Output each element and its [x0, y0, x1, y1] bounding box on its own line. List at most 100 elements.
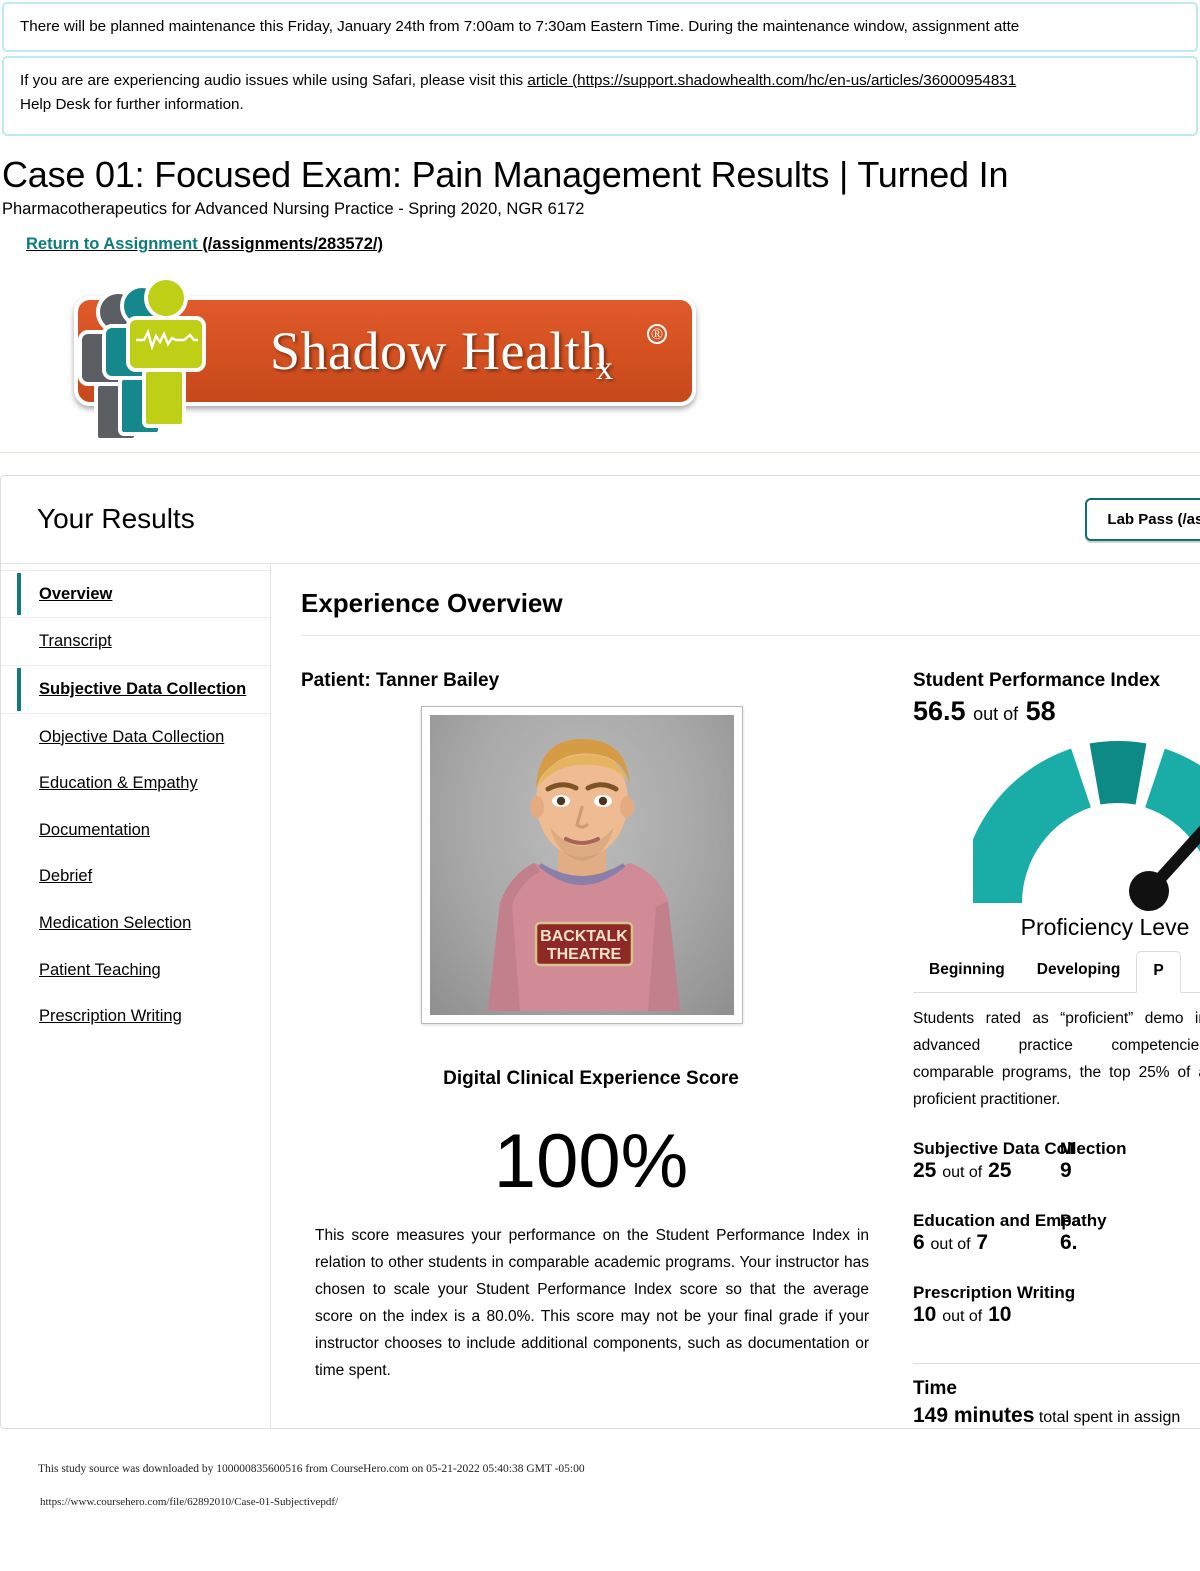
lab-pass-button[interactable]: Lab Pass (/assignment_atte — [1085, 497, 1200, 541]
logo-wordmark: Shadow Healthx — [270, 320, 625, 387]
sidebar-item-subjective-data-collection[interactable]: Subjective Data Collection — [1, 664, 270, 714]
sidebar-item-label: Subjective Data Collection — [39, 679, 247, 698]
score-subjective-data-collection: Subjective Data Collection 25 out of 25 — [913, 1139, 1127, 1183]
dce-score-label: Digital Clinical Experience Score — [443, 1067, 739, 1089]
tab-developing[interactable]: Developing — [1021, 951, 1137, 992]
score-number: 6 — [913, 1231, 925, 1255]
spi-max: 58 — [1025, 695, 1056, 726]
patient-name-label: Patient: Tanner Bailey — [301, 669, 500, 691]
patient-column: Patient: Tanner Bailey BACKTALK THEATRE … — [301, 670, 881, 1429]
performance-column: Student Performance Index 56.5 out of 58… — [881, 670, 1200, 1429]
score-max: 25 — [988, 1159, 1012, 1183]
avatar-illustration-icon: BACKTALK THEATRE — [488, 738, 680, 1011]
spi-out-of-word: out of — [973, 703, 1019, 724]
sidebar-item-education-and-empathy[interactable]: Education & Empathy — [1, 760, 270, 807]
experience-overview-title: Experience Overview — [301, 587, 563, 618]
logo-rx-subscript: x — [595, 349, 614, 387]
gauge-arc-icon — [960, 740, 1200, 911]
sidebar-item-prescription-writing[interactable]: Prescription Writing — [1, 993, 270, 1040]
results-heading: Your Results — [37, 503, 195, 535]
time-divider — [913, 1363, 1200, 1365]
sidebar-item-debrief[interactable]: Debrief — [1, 853, 270, 900]
return-link-url: (/assignments/283572/) — [202, 234, 383, 253]
score-value: 6. — [1060, 1231, 1078, 1255]
proficiency-gauge — [960, 733, 1200, 918]
maintenance-banner: There will be planned maintenance this F… — [2, 2, 1198, 52]
shadow-health-logo: Shadow Healthx ® — [0, 254, 1200, 444]
experience-overview-main: Experience Overview Patient: Tanner Bail… — [271, 564, 1200, 1429]
score-out-of: out of — [942, 1164, 983, 1182]
time-value: 149 minutes total spent in assign — [913, 1404, 1200, 1428]
return-to-assignment-link[interactable]: Return to Assignment (/assignments/28357… — [26, 235, 1200, 254]
score-out-of: out of — [942, 1308, 983, 1326]
sidebar-item-label: Patient Teaching — [39, 960, 161, 979]
sidebar-item-label: Debrief — [39, 867, 93, 886]
sidebar-item-label: Medication Selection — [39, 914, 192, 933]
page-title: Case 01: Focused Exam: Pain Management R… — [2, 153, 1009, 195]
score-patient-teaching: Pa 6. — [1060, 1211, 1200, 1255]
spi-title: Student Performance Index — [913, 669, 1161, 691]
score-name: M — [1060, 1139, 1075, 1159]
score-education-and-empathy: Education and Empathy 6 out of 7 — [913, 1211, 1107, 1255]
sidebar-item-overview[interactable]: Overview — [1, 569, 270, 619]
score-number: 25 — [913, 1159, 937, 1183]
results-panel-header: Your Results Lab Pass (/assignment_atte — [1, 476, 1200, 564]
results-sidebar: Overview Transcript Subjective Data Coll… — [1, 563, 271, 1429]
results-panel: Your Results Lab Pass (/assignment_atte … — [0, 474, 1200, 1430]
score-medication-selection: M 9 — [1060, 1139, 1200, 1183]
score-name: Pa — [1060, 1211, 1081, 1231]
proficiency-tabs: Beginning Developing P — [913, 950, 1200, 993]
sidebar-item-transcript[interactable]: Transcript — [1, 618, 270, 665]
svg-text:THEATRE: THEATRE — [547, 946, 622, 963]
score-value: 9 — [1060, 1159, 1072, 1183]
title-divider — [301, 634, 1200, 636]
sidebar-item-label: Overview — [39, 584, 113, 603]
proficiency-description: Students rated as “proficient” demo in a… — [913, 1009, 1200, 1109]
audio-banner: If you are are experiencing audio issues… — [2, 55, 1198, 136]
coursehero-watermark-line1: This study source was downloaded by 1000… — [38, 1463, 585, 1475]
score-value: 25 out of 25 — [913, 1159, 1060, 1183]
score-column-left: Subjective Data Collection 25 out of 25 … — [913, 1139, 1127, 1355]
support-article-link[interactable]: article (https://support.shadowhealth.co… — [527, 72, 1016, 89]
sidebar-item-label: Objective Data Collection — [39, 727, 225, 746]
score-number: 10 — [913, 1303, 937, 1327]
score-name: Prescription Writing — [913, 1283, 1076, 1303]
logo-wordmark-main: Shadow Healt — [270, 320, 581, 381]
sidebar-item-label: Prescription Writing — [39, 1007, 182, 1026]
time-minutes: 149 minutes — [913, 1404, 1035, 1428]
maintenance-banner-text: There will be planned maintenance this F… — [20, 18, 1020, 35]
score-breakdown: Subjective Data Collection 25 out of 25 … — [913, 1139, 1200, 1355]
dce-score-description: This score measures your performance on … — [315, 1226, 869, 1380]
dce-score-value: 100% — [493, 1118, 689, 1204]
tab-beginning[interactable]: Beginning — [913, 951, 1021, 992]
sidebar-item-patient-teaching[interactable]: Patient Teaching — [1, 947, 270, 994]
time-suffix: total spent in assign — [1034, 1409, 1181, 1427]
course-subtitle: Pharmacotherapeutics for Advanced Nursin… — [2, 200, 585, 219]
score-out-of: out of — [930, 1236, 971, 1254]
page-header: Case 01: Focused Exam: Pain Management R… — [0, 140, 1200, 254]
time-title: Time — [913, 1378, 958, 1400]
patient-avatar-frame: BACKTALK THEATRE — [421, 705, 743, 1024]
sidebar-item-label: Transcript — [39, 632, 112, 651]
sidebar-item-label: Education & Empathy — [39, 774, 198, 793]
score-value: 6 out of 7 — [913, 1231, 1060, 1255]
sidebar-item-objective-data-collection[interactable]: Objective Data Collection — [1, 714, 270, 761]
sidebar-item-medication-selection[interactable]: Medication Selection — [1, 900, 270, 947]
audio-banner-text-after: Help Desk for further information. — [20, 96, 244, 114]
score-prescription-writing: Prescription Writing 10 out of 10 — [913, 1283, 1076, 1327]
section-divider — [0, 451, 1200, 453]
audio-banner-text-before: If you are are experiencing audio issues… — [20, 71, 528, 89]
tab-proficient[interactable]: P — [1136, 950, 1181, 993]
coursehero-watermark-line2: https://www.coursehero.com/file/62892010… — [40, 1496, 339, 1508]
return-link-label: Return to Assignment — [26, 234, 203, 253]
patient-avatar-image: BACKTALK THEATRE — [430, 714, 734, 1015]
registered-trademark-icon: ® — [647, 323, 667, 344]
score-name: Subjective Data Collection — [913, 1139, 1127, 1159]
svg-text:BACKTALK: BACKTALK — [540, 928, 628, 945]
sidebar-item-label: Documentation — [39, 820, 150, 839]
spi-score: 56.5 out of 58 — [913, 696, 1200, 727]
ekg-line-icon — [136, 328, 198, 350]
sidebar-item-documentation[interactable]: Documentation — [1, 807, 270, 854]
score-value: 10 out of 10 — [913, 1303, 1060, 1327]
score-max: 10 — [988, 1303, 1012, 1327]
